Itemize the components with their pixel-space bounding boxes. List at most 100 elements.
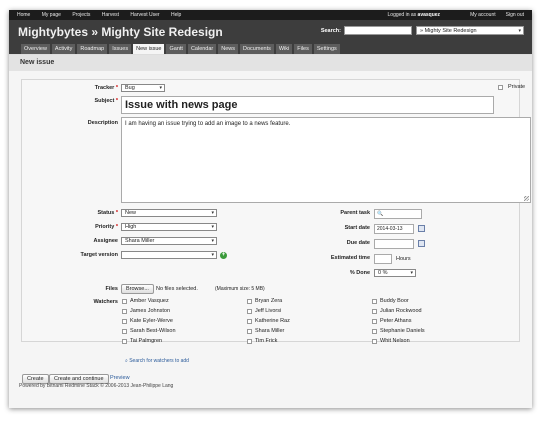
new-issue-form: Tracker * Bug ▾ Private Subject * Issue w… [21,79,531,344]
project-tabs: Overview Activity Roadmap Issues New iss… [9,43,532,55]
subject-label: Subject * [94,98,118,104]
watcher-checkbox[interactable] [247,299,252,304]
start-date-label: Start date [344,225,370,231]
no-files-text: No files selected. [156,286,198,292]
priority-value: High [125,224,137,230]
username-link[interactable]: avasquez [418,12,441,18]
chevron-down-icon: ▾ [159,85,162,91]
estimated-time-input[interactable] [374,254,392,264]
description-textarea[interactable]: I am having an issue trying to add an im… [121,117,531,203]
watcher-checkbox[interactable] [122,319,127,324]
watcher-name: James Johnston [130,308,171,314]
calendar-icon[interactable] [418,240,425,247]
watcher-checkbox[interactable] [372,319,377,324]
project-jump-value: » Mighty Site Redesign [420,27,477,34]
watcher-checkbox[interactable] [372,329,377,334]
tab-files[interactable]: Files [294,44,312,54]
files-label: Files [105,286,118,292]
menu-harvest[interactable]: Harvest [102,12,119,18]
status-label-text: Status [97,210,115,216]
project-jump-select[interactable]: » Mighty Site Redesign ▾ [416,26,524,35]
max-size-text: (Maximum size: 5 MB) [215,286,265,292]
chevron-down-icon: ▾ [211,210,214,216]
watcher-name: Jeff Livorsi [255,308,282,314]
private-label: Private [508,84,526,90]
tab-gantt[interactable]: Gantt [166,44,186,54]
tab-calendar[interactable]: Calendar [187,44,217,54]
header: Mightybytes » Mighty Site Redesign Searc… [9,20,532,43]
search-icon: 🔍 [377,211,384,217]
assignee-select[interactable]: Shara Miller ▾ [121,237,217,245]
tab-new-issue[interactable]: New issue [133,44,165,54]
watcher-checkbox[interactable] [122,299,127,304]
chevron-down-icon: ▾ [211,252,214,258]
watcher-checkbox[interactable] [247,319,252,324]
start-date-input[interactable]: 2014-03-13 [374,224,414,234]
top-menu-links: Home My page Projects Harvest Harvest Us… [17,12,191,18]
watcher-checkbox[interactable] [372,339,377,344]
menu-my-page[interactable]: My page [42,12,61,18]
tab-overview[interactable]: Overview [21,44,50,54]
hours-label: Hours [396,256,411,262]
watcher-checkbox[interactable] [247,339,252,344]
watcher-name: Shara Miller [255,328,285,334]
watcher-name: Whit Nelson [380,338,410,344]
assignee-label: Assignee [93,238,118,244]
due-date-input[interactable] [374,239,414,249]
tracker-select[interactable]: Bug ▾ [121,84,165,92]
watcher-name: Buddy Boor [380,298,409,304]
priority-select[interactable]: High ▾ [121,223,217,231]
add-version-icon[interactable]: + [220,252,227,259]
chevron-down-icon: ▾ [410,270,413,276]
tab-settings[interactable]: Settings [313,44,340,54]
calendar-icon[interactable] [418,225,425,232]
menu-help[interactable]: Help [171,12,181,18]
top-menu: Home My page Projects Harvest Harvest Us… [9,10,532,20]
tab-activity[interactable]: Activity [51,44,76,54]
watcher-name: Stephanie Daniels [380,328,425,334]
watcher-name: Bryan Zera [255,298,283,304]
subject-input[interactable]: Issue with news page [121,96,494,114]
done-ratio-select[interactable]: 0 % ▾ [374,269,416,277]
menu-harvest-user[interactable]: Harvest User [130,12,159,18]
resize-handle[interactable] [524,196,529,201]
watcher-name: Sarah Best-Wilson [130,328,176,334]
menu-home[interactable]: Home [17,12,30,18]
watcher-checkbox[interactable] [122,309,127,314]
browse-button[interactable]: Browse... [121,284,154,294]
app-window: Home My page Projects Harvest Harvest Us… [9,10,532,408]
preview-link[interactable]: Preview [110,375,130,381]
watcher-checkbox[interactable] [247,309,252,314]
sign-out-link[interactable]: Sign out [506,12,524,18]
my-account-link[interactable]: My account [470,12,496,18]
tab-news[interactable]: News [218,44,239,54]
search-input[interactable] [344,26,412,35]
watcher-checkbox[interactable] [372,299,377,304]
watcher-checkbox[interactable] [122,329,127,334]
tab-wiki[interactable]: Wiki [275,44,293,54]
watcher-name: Peter Athans [380,318,412,324]
chevron-down-icon: ▾ [211,238,214,244]
watcher-checkbox[interactable] [372,309,377,314]
tab-issues[interactable]: Issues [109,44,132,54]
target-version-label: Target version [80,252,119,258]
private-checkbox[interactable] [498,85,503,90]
subject-label-text: Subject [94,98,115,104]
search-watchers-link[interactable]: ⌕ Search for watchers to add [125,358,189,364]
parent-task-label: Parent task [340,210,370,216]
description-label: Description [87,120,118,126]
main-content: New issue Tracker * Bug ▾ Private Subject… [9,55,532,384]
parent-task-input[interactable]: 🔍 [374,209,422,219]
tab-roadmap[interactable]: Roadmap [77,44,108,54]
done-label: % Done [349,270,370,276]
watcher-checkbox[interactable] [247,329,252,334]
priority-label: Priority * [95,224,118,230]
watcher-checkbox[interactable] [122,339,127,344]
target-version-select[interactable]: ▾ [121,251,217,259]
search-label: Search: [320,27,341,34]
tab-documents[interactable]: Documents [240,44,274,54]
menu-projects[interactable]: Projects [72,12,90,18]
search-icon: ⌕ [125,358,128,364]
status-select[interactable]: New ▾ [121,209,217,217]
watcher-name: Julian Rockwood [380,308,422,314]
